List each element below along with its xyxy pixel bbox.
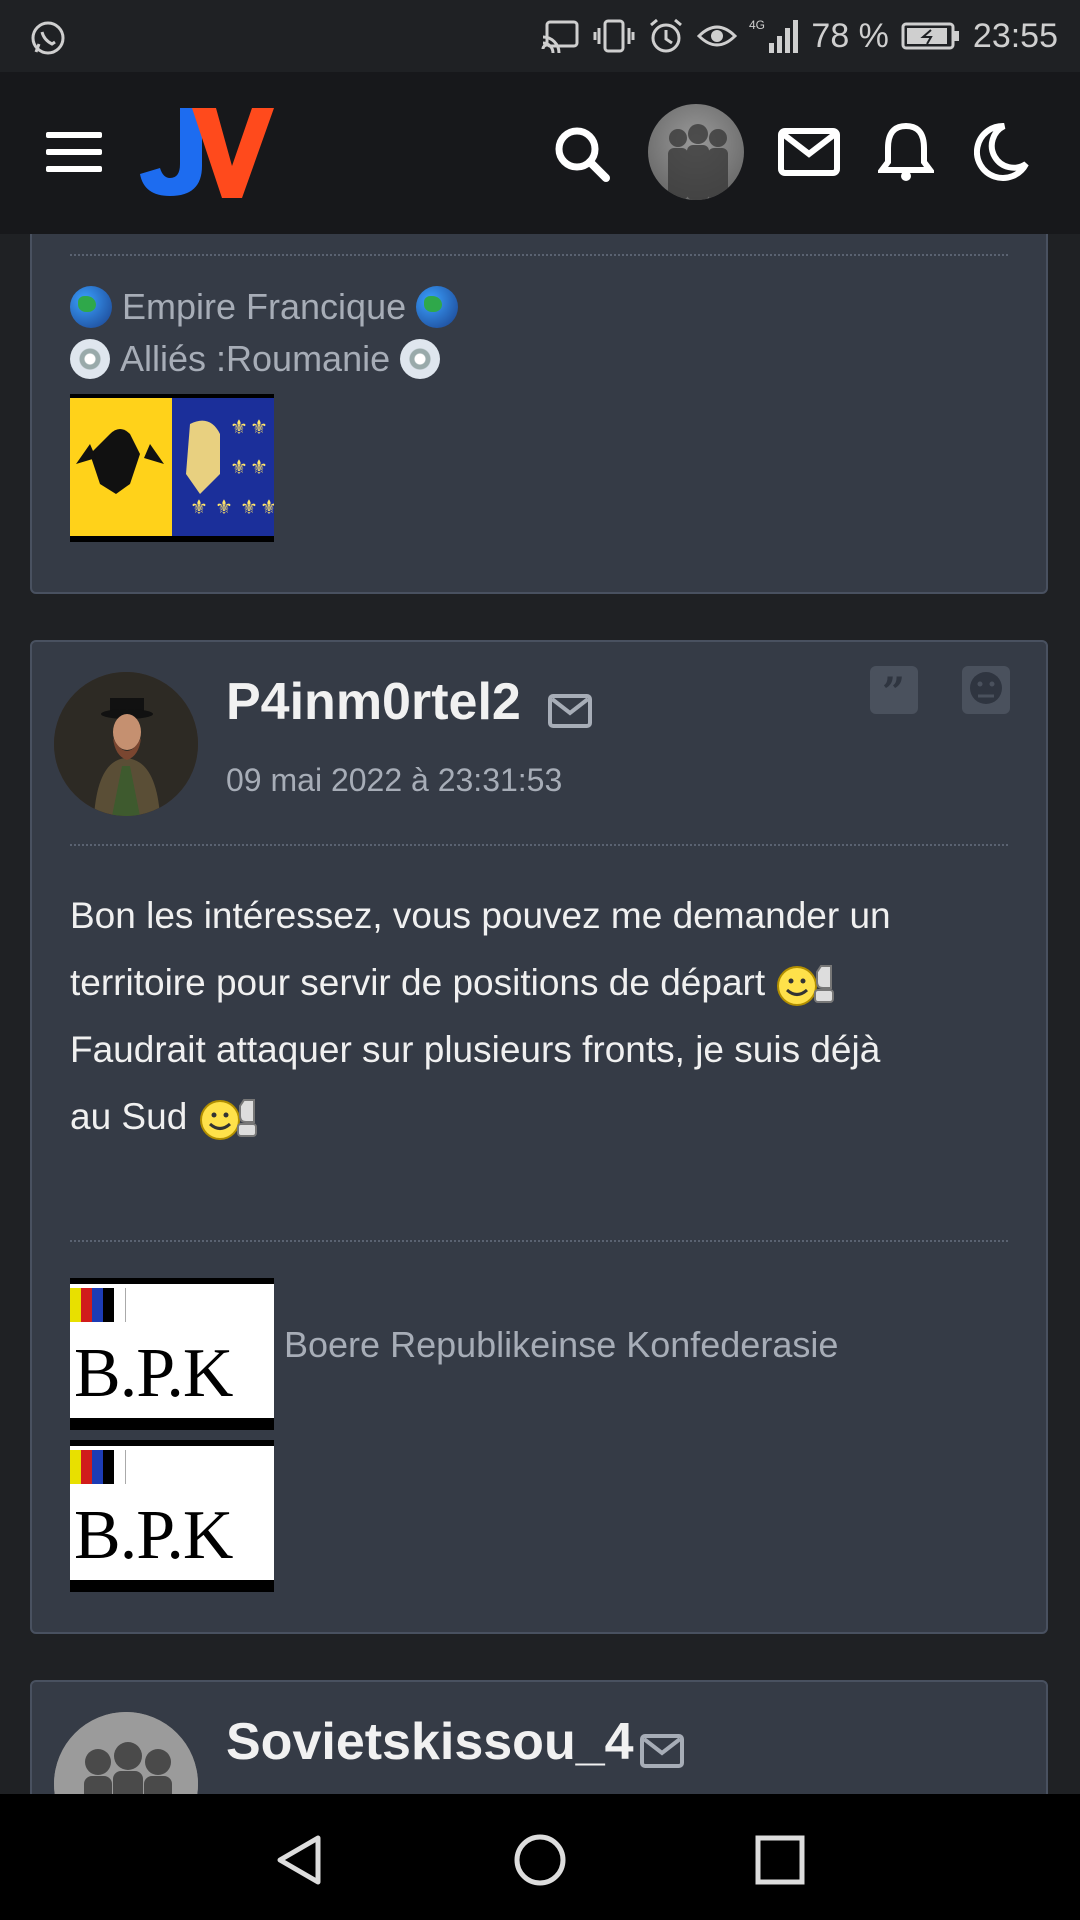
cast-icon: [541, 20, 579, 53]
smiley-ok-icon: [198, 1096, 264, 1142]
status-bar: 4G 78 % 23:55: [0, 0, 1080, 72]
recents-icon[interactable]: [752, 1832, 808, 1888]
dark-mode-icon[interactable]: [974, 122, 1030, 182]
post-text-line: territoire pour servir de positions de d…: [70, 949, 1010, 1016]
signature-flag-image: ⚜ ⚜⚜ ⚜ ⚜ ⚜ ⚜ ⚜: [70, 394, 274, 542]
home-icon[interactable]: [512, 1832, 568, 1888]
post-author-username[interactable]: P4inm0rtel2: [226, 672, 521, 732]
post-author-avatar[interactable]: [54, 1712, 198, 1794]
signature-divider: [70, 1240, 1008, 1242]
menu-icon[interactable]: [46, 132, 102, 176]
back-icon[interactable]: [272, 1832, 328, 1888]
signal-icon: 4G: [749, 18, 799, 53]
globe-icon: [70, 286, 112, 328]
svg-text:⚜: ⚜: [250, 415, 268, 439]
post-author-avatar[interactable]: [54, 672, 198, 816]
svg-text:”: ”: [882, 669, 905, 714]
post-author-username[interactable]: Sovietskissou_4: [226, 1712, 634, 1772]
svg-text:⚜: ⚜: [230, 455, 248, 479]
signature-line: Empire Francique: [70, 286, 459, 328]
post-text-line: au Sud: [70, 1083, 1010, 1150]
signature-line: Alliés :Roumanie: [70, 338, 441, 380]
system-nav-bar: [0, 1794, 1080, 1920]
post-body: Bon les intéressez, vous pouvez me deman…: [70, 882, 1010, 1150]
report-button[interactable]: [962, 666, 1010, 714]
topic-posts: Empire Francique Alliés :Roumanie ⚜ ⚜ ⚜ ⚜ ⚜…: [0, 234, 1080, 1794]
smiley-ok-icon: [775, 962, 841, 1008]
globe-icon: [416, 286, 459, 328]
post-date[interactable]: 09 mai 2022 à 23:31:53: [226, 762, 562, 799]
disc-icon: [400, 339, 441, 379]
quote-button[interactable]: ”: [870, 666, 918, 716]
whatsapp-icon: [31, 21, 65, 55]
post-card-previous: Empire Francique Alliés :Roumanie ⚜ ⚜ ⚜ ⚜ ⚜…: [30, 234, 1048, 594]
post-text-line: Bon les intéressez, vous pouvez me deman…: [70, 895, 891, 936]
post-card: P4inm0rtel2 09 mai 2022 à 23:31:53 ” Bon…: [30, 640, 1048, 1634]
svg-text:⚜: ⚜: [190, 495, 208, 519]
user-avatar[interactable]: [648, 104, 744, 200]
mail-icon[interactable]: [548, 694, 592, 728]
clock: 23:55: [972, 16, 1058, 55]
jv-logo[interactable]: [140, 102, 275, 202]
svg-text:⚜: ⚜: [230, 415, 248, 439]
bell-icon[interactable]: [878, 120, 934, 184]
mail-icon[interactable]: [778, 128, 840, 176]
signature-badge-image: B.P.K: [70, 1278, 274, 1430]
signature-text: Boere Republikeinse Konfederasie: [284, 1324, 839, 1365]
mail-icon[interactable]: [640, 1734, 684, 1768]
search-icon[interactable]: [552, 124, 612, 184]
eye-icon: [697, 25, 738, 47]
vibrate-icon: [593, 19, 635, 53]
disc-icon: [70, 339, 110, 379]
alarm-icon: [650, 18, 683, 53]
svg-text:⚜: ⚜: [260, 495, 274, 519]
app-header: [0, 72, 1080, 234]
post-text-line: Faudrait attaquer sur plusieurs fronts, …: [70, 1029, 881, 1070]
svg-text:4G: 4G: [749, 18, 765, 32]
post-divider: [70, 844, 1008, 846]
post-card-next: Sovietskissou_4: [30, 1680, 1048, 1794]
svg-text:⚜: ⚜: [215, 495, 233, 519]
signature-divider: [70, 254, 1008, 256]
svg-text:⚜: ⚜: [240, 495, 258, 519]
svg-text:⚜: ⚜: [250, 455, 268, 479]
battery-icon: [901, 22, 959, 50]
signature-badge-image: B.P.K: [70, 1440, 274, 1592]
battery-percent: 78 %: [811, 16, 889, 55]
